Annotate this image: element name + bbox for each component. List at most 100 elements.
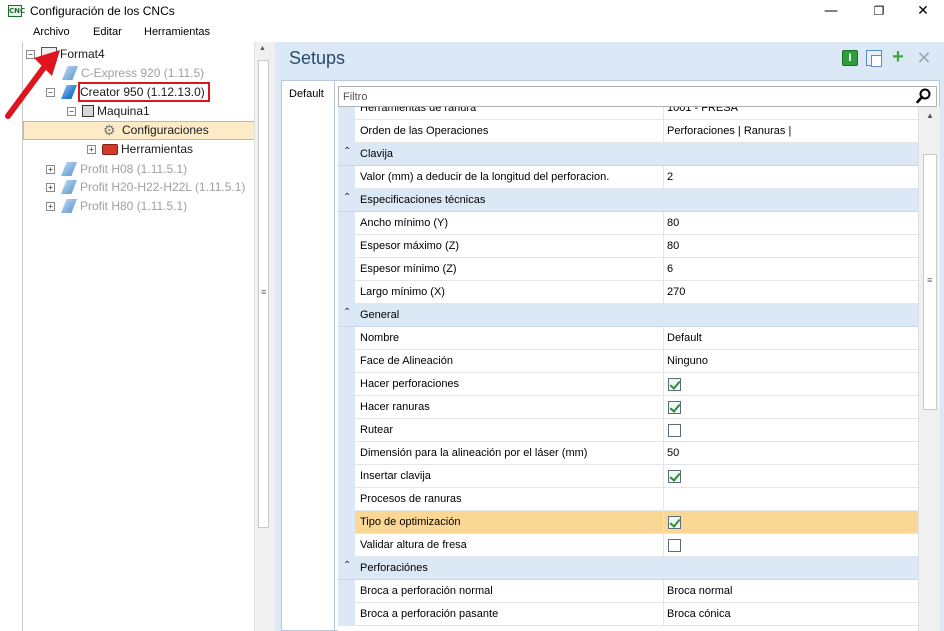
column-divider bbox=[663, 419, 664, 442]
tab-default[interactable] bbox=[281, 80, 334, 631]
column-divider bbox=[663, 442, 664, 465]
property-value[interactable]: 80 bbox=[667, 240, 679, 252]
property-value[interactable]: 1001 - FRESA bbox=[667, 107, 738, 114]
menu-bar: Archivo Editar Herramientas bbox=[0, 22, 944, 42]
remove-icon[interactable]: ✕ bbox=[916, 49, 932, 67]
property-value[interactable]: 2 bbox=[667, 171, 673, 183]
category-label: Perforaciónes bbox=[360, 562, 428, 574]
property-name: Ancho mínimo (Y) bbox=[360, 217, 449, 229]
property-row[interactable]: Ancho mínimo (Y) 80 bbox=[338, 212, 918, 235]
property-checkbox[interactable] bbox=[668, 470, 681, 483]
property-checkbox[interactable] bbox=[668, 424, 681, 437]
property-row[interactable]: Espesor máximo (Z) 80 bbox=[338, 235, 918, 258]
property-row[interactable]: Valor (mm) a deducir de la longitud del … bbox=[338, 166, 918, 189]
tree-item-herramientas[interactable]: + Herramientas bbox=[87, 140, 193, 158]
tree-label-profit-h20: Profit H20-H22-H22L (1.11.5.1) bbox=[80, 180, 246, 194]
property-value[interactable]: 270 bbox=[667, 286, 685, 298]
maximize-button[interactable]: ❐ bbox=[856, 0, 902, 22]
menu-herramientas[interactable]: Herramientas bbox=[144, 26, 210, 38]
property-row[interactable]: Broca a perforación pasante Broca cónica bbox=[338, 603, 918, 626]
property-row[interactable]: Hacer ranuras bbox=[338, 396, 918, 419]
property-row[interactable]: Insertar clavija bbox=[338, 465, 918, 488]
property-value[interactable]: Default bbox=[667, 332, 702, 344]
property-row[interactable]: Dimensión para la alineación por el láse… bbox=[338, 442, 918, 465]
property-checkbox[interactable] bbox=[668, 401, 681, 414]
category-row[interactable]: ⌃ Clavija bbox=[338, 143, 918, 166]
expand-icon[interactable]: + bbox=[46, 201, 55, 211]
column-divider bbox=[663, 235, 664, 258]
property-name: Valor (mm) a deducir de la longitud del … bbox=[360, 171, 610, 183]
property-row[interactable]: Face de Alineación Ninguno bbox=[338, 350, 918, 373]
column-divider bbox=[663, 465, 664, 488]
scroll-up-arrow-icon[interactable]: ▲ bbox=[926, 111, 934, 120]
cnc-machine-icon bbox=[61, 162, 77, 176]
grip-icon: ≡ bbox=[927, 275, 933, 285]
menu-archivo[interactable]: Archivo bbox=[33, 26, 70, 38]
collapse-caret-icon[interactable]: ⌃ bbox=[343, 307, 351, 318]
property-grid: Herramientas de ranura 1001 - FRESA Orden … bbox=[338, 107, 918, 631]
property-row[interactable]: Largo mínimo (X) 270 bbox=[338, 281, 918, 304]
tree-label-maquina1: Maquina1 bbox=[97, 104, 150, 118]
grid-scroll-thumb[interactable]: ≡ bbox=[923, 154, 937, 410]
expand-icon[interactable]: + bbox=[46, 164, 55, 174]
collapse-caret-icon[interactable]: ⌃ bbox=[343, 192, 351, 203]
property-value[interactable]: 80 bbox=[667, 217, 679, 229]
expand-icon[interactable]: + bbox=[87, 144, 96, 154]
column-divider bbox=[663, 350, 664, 373]
tree-item-profit-h20[interactable]: + Profit H20-H22-H22L (1.11.5.1) bbox=[46, 178, 245, 196]
category-row[interactable]: ⌃ Especificaciones técnicas bbox=[338, 189, 918, 212]
filter-input[interactable] bbox=[338, 86, 937, 107]
copy-icon[interactable] bbox=[866, 50, 882, 67]
property-row[interactable]: Orden de las Operaciones Perforaciones | … bbox=[338, 120, 918, 143]
property-checkbox[interactable] bbox=[668, 516, 681, 529]
property-checkbox[interactable] bbox=[668, 378, 681, 391]
search-icon[interactable] bbox=[916, 88, 932, 104]
title-bar: CNC Configuración de los CNCs — ❐ ✕ bbox=[0, 0, 944, 22]
row-gutter bbox=[338, 465, 355, 488]
property-checkbox[interactable] bbox=[668, 539, 681, 552]
row-gutter bbox=[338, 580, 355, 603]
add-icon[interactable]: + bbox=[890, 47, 906, 67]
tree-scrollbar[interactable]: ▲ ≡ bbox=[254, 42, 271, 631]
category-row[interactable]: ⌃ Perforaciónes bbox=[338, 557, 918, 580]
minimize-button[interactable]: — bbox=[808, 0, 854, 22]
close-button[interactable]: ✕ bbox=[900, 0, 944, 22]
collapse-caret-icon[interactable]: ⌃ bbox=[343, 560, 351, 571]
category-label: General bbox=[360, 309, 400, 321]
tree-item-maquina1[interactable]: − Maquina1 bbox=[67, 102, 150, 120]
property-row[interactable]: Espesor mínimo (Z) 6 bbox=[338, 258, 918, 281]
property-row[interactable]: Validar altura de fresa bbox=[338, 534, 918, 557]
property-row[interactable]: Procesos de ranuras bbox=[338, 488, 918, 511]
menu-editar[interactable]: Editar bbox=[93, 26, 122, 38]
property-row[interactable]: Hacer perforaciones bbox=[338, 373, 918, 396]
expand-icon[interactable]: + bbox=[46, 182, 55, 192]
property-row[interactable]: Herramientas de ranura 1001 - FRESA bbox=[338, 107, 918, 120]
property-value[interactable]: Ninguno bbox=[667, 355, 708, 367]
category-row[interactable]: ⌃ General bbox=[338, 304, 918, 327]
property-value[interactable]: 50 bbox=[667, 447, 679, 459]
collapse-caret-icon[interactable]: ⌃ bbox=[343, 146, 351, 157]
category-label: Especificaciones técnicas bbox=[360, 194, 486, 206]
tree-label-profit-h80: Profit H80 (1.11.5.1) bbox=[80, 199, 188, 213]
property-row[interactable]: Tipo de optimización bbox=[338, 511, 918, 534]
property-name: Nombre bbox=[360, 332, 400, 344]
property-row[interactable]: Rutear bbox=[338, 419, 918, 442]
property-value[interactable]: Perforaciones | Ranuras | bbox=[667, 125, 791, 137]
filter-placeholder: Filtro bbox=[343, 91, 368, 103]
properties-icon[interactable]: I bbox=[842, 50, 858, 66]
tree-item-profit-h08[interactable]: + Profit H08 (1.11.5.1) bbox=[46, 160, 187, 178]
property-row[interactable]: Nombre Default bbox=[338, 327, 918, 350]
tree-item-configuraciones[interactable]: ⚙ Configuraciones bbox=[103, 121, 209, 139]
property-row[interactable]: Broca a perforación normal Broca normal bbox=[338, 580, 918, 603]
tree-item-cexpress[interactable]: C-Express 920 (1.11.5) bbox=[62, 64, 204, 82]
property-value[interactable]: 6 bbox=[667, 263, 673, 275]
property-name: Espesor máximo (Z) bbox=[360, 240, 460, 252]
scroll-up-arrow-icon[interactable]: ▲ bbox=[259, 45, 266, 52]
tree-scroll-thumb[interactable]: ≡ bbox=[258, 60, 269, 528]
machine-icon bbox=[82, 105, 94, 117]
grid-scrollbar[interactable]: ▲ ≡ bbox=[918, 107, 940, 631]
property-value[interactable]: Broca normal bbox=[667, 585, 732, 597]
property-name: Hacer perforaciones bbox=[360, 378, 460, 390]
tree-item-profit-h80[interactable]: + Profit H80 (1.11.5.1) bbox=[46, 197, 187, 215]
property-value[interactable]: Broca cónica bbox=[667, 608, 731, 620]
